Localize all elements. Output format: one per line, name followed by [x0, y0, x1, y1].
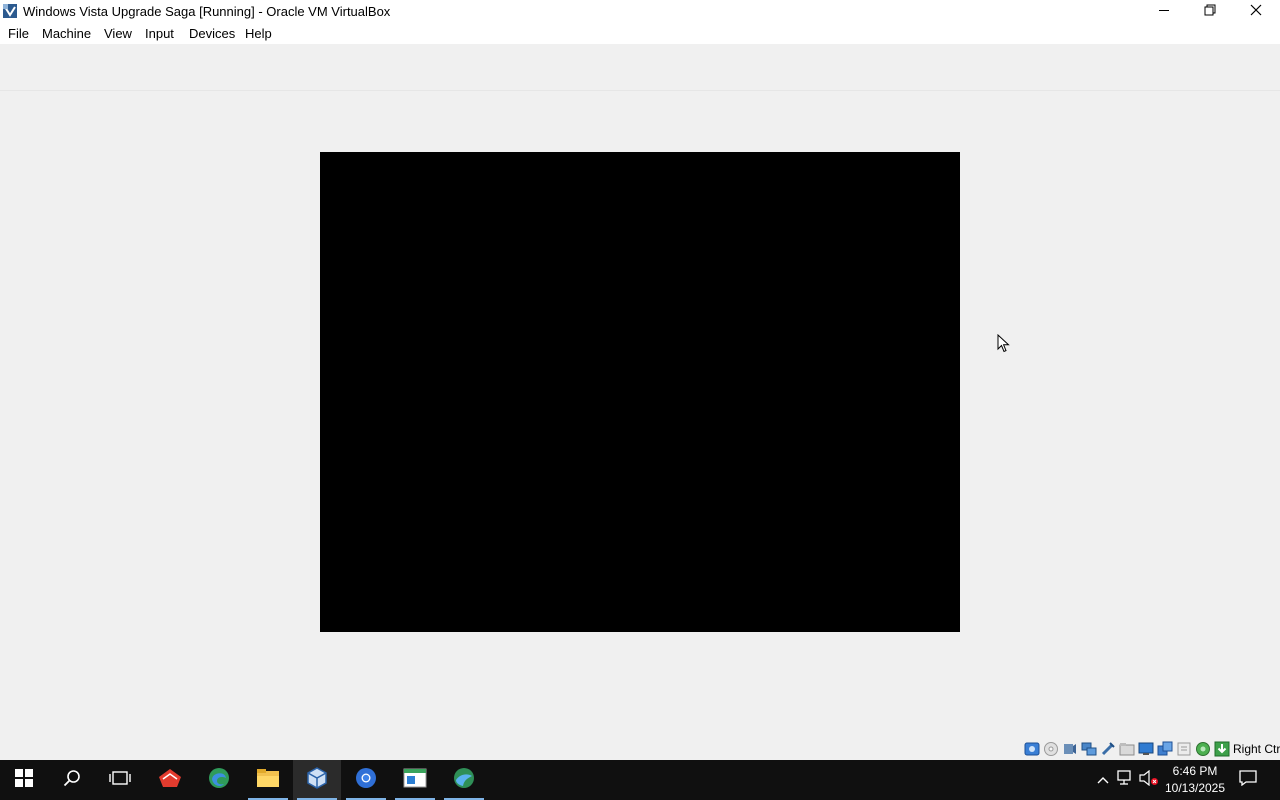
search-button[interactable] [48, 760, 96, 800]
mouse-integration-icon[interactable] [1176, 741, 1192, 757]
taskbar-app-globe[interactable] [440, 760, 488, 800]
chevron-up-icon [1097, 771, 1109, 789]
tray-overflow-button[interactable] [1092, 760, 1114, 800]
app-globe-icon [452, 766, 476, 795]
usb-icon[interactable] [1100, 741, 1116, 757]
menu-bar: File Machine View Input Devices Help [0, 24, 1280, 44]
app-red-icon [157, 767, 183, 794]
taskbar-virtualbox[interactable] [293, 760, 341, 800]
arrow-indicator-icon[interactable] [1214, 741, 1230, 757]
action-center-button[interactable] [1234, 760, 1262, 800]
clock-date: 10/13/2025 [1164, 781, 1226, 795]
taskbar-clock[interactable]: 6:46 PM 10/13/2025 [1160, 763, 1230, 797]
close-button[interactable] [1233, 0, 1279, 24]
host-key-label[interactable]: Right Ctrl [1233, 742, 1280, 756]
recording-icon[interactable] [1157, 741, 1173, 757]
taskbar-app-window[interactable] [391, 760, 439, 800]
minimize-button[interactable] [1141, 0, 1187, 24]
file-explorer-icon [256, 768, 280, 793]
vm-display[interactable] [320, 152, 960, 632]
task-view-button[interactable] [96, 760, 144, 800]
window-title: Windows Vista Upgrade Saga [Running] - O… [23, 4, 391, 19]
menu-input[interactable]: Input [145, 26, 174, 41]
chrome-icon [354, 766, 378, 795]
title-bar[interactable]: Windows Vista Upgrade Saga [Running] - O… [0, 0, 1280, 24]
start-icon [15, 768, 33, 792]
tray-volume-button[interactable] [1138, 760, 1160, 800]
edge-icon [207, 766, 231, 795]
start-button[interactable] [0, 760, 48, 800]
mouse-cursor-icon [997, 333, 1011, 354]
minimize-icon [1158, 3, 1170, 21]
network-tray-icon [1117, 769, 1135, 791]
task-view-icon [109, 769, 131, 792]
display-icon[interactable] [1138, 741, 1154, 757]
taskbar-file-explorer[interactable] [244, 760, 292, 800]
menu-view[interactable]: View [104, 26, 132, 41]
tray-network-button[interactable] [1115, 760, 1137, 800]
cpu-icon[interactable] [1195, 741, 1211, 757]
search-icon [63, 769, 81, 792]
close-icon [1250, 3, 1262, 21]
virtualbox-app-icon [2, 3, 18, 19]
menu-file[interactable]: File [8, 26, 29, 41]
clock-time: 6:46 PM [1172, 764, 1218, 778]
taskbar-chrome[interactable] [342, 760, 390, 800]
taskbar-edge[interactable] [195, 760, 243, 800]
shared-folders-icon[interactable] [1119, 741, 1135, 757]
toolbar-area [0, 44, 1280, 91]
taskbar: 6:46 PM 10/13/2025 [0, 760, 1280, 800]
restore-button[interactable] [1187, 0, 1233, 24]
menu-help[interactable]: Help [245, 26, 272, 41]
notification-icon [1239, 769, 1257, 791]
volume-muted-icon [1139, 769, 1159, 791]
virtualbox-icon [305, 766, 329, 795]
restore-icon [1204, 3, 1216, 21]
menu-devices[interactable]: Devices [189, 26, 235, 41]
status-bar: Right Ctrl [0, 738, 1280, 760]
menu-machine[interactable]: Machine [42, 26, 91, 41]
taskbar-app-red[interactable] [146, 760, 194, 800]
app-window-icon [403, 767, 427, 794]
